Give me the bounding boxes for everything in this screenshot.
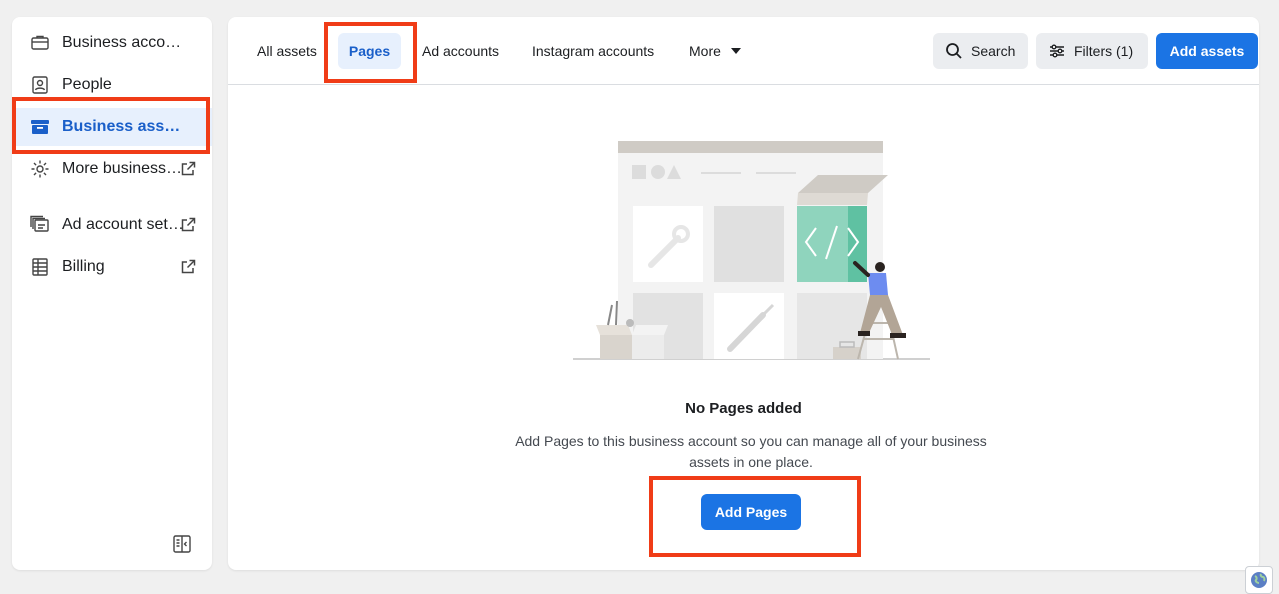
external-link-icon [180, 217, 196, 233]
sidebar-item-more-business-settings[interactable]: More business settings [12, 150, 212, 188]
chevron-down-icon [730, 48, 741, 54]
add-pages-label: Add Pages [714, 504, 788, 520]
briefcase-icon [30, 33, 50, 53]
sidebar-item-business-account-info[interactable]: Business account info [12, 24, 212, 62]
tab-instagram-accounts[interactable]: Instagram accounts [520, 33, 666, 69]
empty-state-title: No Pages added [685, 400, 802, 417]
sidebar-item-label: More business settings [62, 160, 186, 177]
tab-pages[interactable]: Pages [338, 33, 401, 69]
main-panel: All assets Pages Ad accounts Instagram a… [228, 17, 1259, 570]
search-label: Search [971, 43, 1016, 59]
tab-ad-accounts[interactable]: Ad accounts [410, 33, 511, 69]
add-pages-button[interactable]: Add Pages [701, 494, 801, 530]
empty-state-illustration [568, 135, 938, 375]
sidebar-item-label: Ad account settings [62, 216, 186, 233]
filter-sliders-icon [1048, 42, 1066, 60]
add-assets-button[interactable]: Add assets [1156, 33, 1258, 69]
gear-icon [30, 159, 50, 179]
tab-more[interactable]: More [677, 33, 753, 69]
sidebar-item-label: Business assets [62, 118, 186, 135]
tab-label: More [689, 43, 721, 59]
sidebar-item-label: People [62, 76, 112, 93]
add-assets-label: Add assets [1169, 43, 1245, 59]
tab-label: Ad accounts [422, 43, 500, 59]
billing-icon [30, 257, 50, 277]
empty-state-description: Add Pages to this business account so yo… [515, 433, 987, 470]
tab-label: All assets [257, 43, 317, 59]
collapse-sidebar-icon[interactable] [172, 534, 192, 554]
tab-label: Instagram accounts [532, 43, 655, 59]
search-icon [945, 42, 963, 60]
external-link-icon [180, 161, 196, 177]
filters-label: Filters (1) [1074, 43, 1134, 59]
filters-button[interactable]: Filters (1) [1036, 33, 1148, 69]
external-link-icon [180, 259, 196, 275]
tab-label: Pages [348, 43, 391, 59]
person-badge-icon [30, 75, 50, 95]
archive-box-icon [30, 117, 50, 137]
sidebar-item-label: Billing [62, 258, 105, 275]
globe-icon[interactable] [1245, 566, 1273, 594]
asset-tabbar: All assets Pages Ad accounts Instagram a… [228, 17, 1259, 85]
sidebar-item-business-assets[interactable]: Business assets [12, 108, 212, 146]
tab-all-assets[interactable]: All assets [245, 33, 329, 69]
ad-account-icon [30, 215, 50, 235]
sidebar-item-label: Business account info [62, 34, 186, 51]
sidebar-item-ad-account-settings[interactable]: Ad account settings [12, 206, 212, 244]
sidebar-item-billing[interactable]: Billing [12, 248, 212, 286]
search-button[interactable]: Search [933, 33, 1028, 69]
sidebar: Business account info People Business as… [12, 17, 212, 570]
sidebar-item-people[interactable]: People [12, 66, 212, 104]
